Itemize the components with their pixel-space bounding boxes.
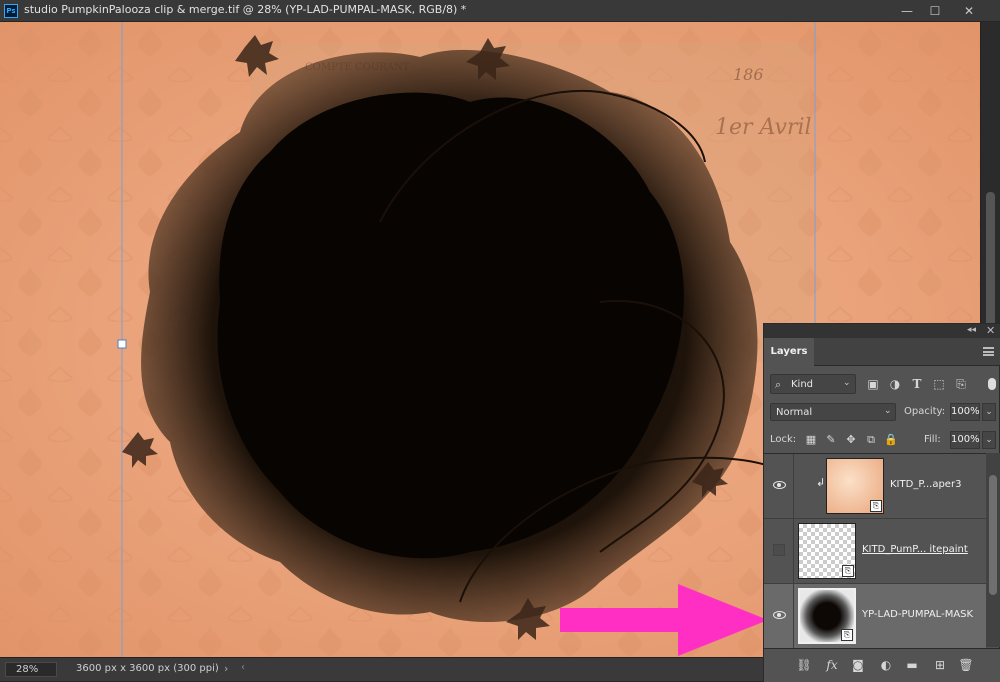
visibility-toggle[interactable]	[764, 519, 794, 583]
link-icon[interactable]: ⛓	[796, 657, 812, 673]
adjustment-icon[interactable]: ◐	[878, 657, 894, 673]
svg-text:1er Avril: 1er Avril	[715, 115, 812, 140]
scroll-left-icon[interactable]: ‹	[241, 662, 245, 673]
image-filter-icon[interactable]: ▣	[866, 376, 880, 392]
smart-object-badge-icon: ⎘	[842, 565, 854, 577]
layer-thumbnail[interactable]: ⎘	[798, 588, 856, 644]
adjustment-filter-icon[interactable]: ◑	[888, 376, 902, 392]
trash-icon[interactable]: 🗑	[958, 657, 974, 673]
opacity-label: Opacity:	[904, 406, 946, 417]
mask-icon[interactable]: ◙	[850, 657, 866, 673]
eye-icon[interactable]	[773, 481, 786, 489]
fx-icon[interactable]: fx	[824, 657, 840, 673]
layer-filter-row: ⌕ Kind ⌄ ▣ ◑ T ⬚ ⎘	[770, 374, 998, 394]
group-folder-icon[interactable]: ▬	[904, 657, 920, 673]
tab-layers[interactable]: Layers	[764, 338, 814, 366]
blend-mode-label: Normal	[776, 407, 813, 418]
shape-filter-icon[interactable]: ⬚	[932, 376, 946, 392]
blend-mode-select[interactable]: Normal ⌄	[770, 403, 896, 421]
visibility-toggle[interactable]	[764, 454, 794, 518]
layer-thumbnail[interactable]: ⎘	[798, 523, 856, 579]
visibility-toggle[interactable]	[764, 584, 794, 648]
document-size-info: 3600 px x 3600 px (300 ppi)	[76, 663, 219, 674]
lock-position-icon[interactable]: ✥	[844, 432, 858, 448]
status-menu-arrow-icon[interactable]: ›	[224, 662, 228, 675]
type-filter-icon[interactable]: T	[910, 376, 924, 392]
document-title: studio PumpkinPalooza clip & merge.tif @…	[24, 3, 467, 16]
layers-panel-footer: ⛓ fx ◙ ◐ ▬ ⊞ 🗑	[764, 648, 1000, 682]
kind-filter-select[interactable]: ⌕ Kind ⌄	[770, 374, 856, 394]
title-bar: Ps studio PumpkinPalooza clip & merge.ti…	[0, 0, 1000, 22]
blend-opacity-row: Normal ⌄ Opacity: 100% ⌄	[770, 403, 998, 421]
smart-object-filter-icon[interactable]: ⎘	[954, 376, 968, 392]
chevron-down-icon: ⌄	[884, 406, 892, 416]
chevron-down-icon: ⌄	[843, 378, 851, 388]
fill-dropdown-button[interactable]: ⌄	[982, 431, 996, 449]
photoshop-app-icon: Ps	[4, 4, 18, 18]
layers-list-scrollbar[interactable]	[986, 453, 1000, 647]
lock-all-icon[interactable]: 🔒	[884, 432, 898, 448]
filter-toggle-switch[interactable]	[988, 378, 996, 390]
panel-menu-icon[interactable]	[983, 347, 994, 356]
svg-text:186: 186	[733, 65, 764, 84]
kind-filter-label: Kind	[791, 379, 814, 390]
lock-transparent-pixels-icon[interactable]: ▦	[804, 432, 818, 448]
opacity-input[interactable]: 100%	[950, 403, 980, 421]
search-icon: ⌕	[775, 378, 782, 391]
smart-object-badge-icon: ⎘	[870, 500, 882, 512]
layer-row[interactable]: ↲ ⎘ KITD_P...aper3	[764, 454, 986, 519]
visibility-off-box[interactable]	[773, 544, 785, 556]
layer-name[interactable]: KITD_PumP... itepaint	[862, 544, 968, 555]
layer-row[interactable]: ⎘ KITD_PumP... itepaint	[764, 519, 986, 584]
new-layer-icon[interactable]: ⊞	[932, 657, 948, 673]
clipping-mask-icon: ↲	[816, 476, 826, 489]
maximize-button[interactable]: ☐	[918, 0, 952, 22]
layers-list-scroll-thumb[interactable]	[989, 475, 997, 595]
layer-thumbnail[interactable]: ⎘	[826, 458, 884, 514]
layers-panel: ◂◂ ✕ Layers ⌕ Kind ⌄ ▣ ◑ T ⬚ ⎘ Normal ⌄ …	[763, 323, 1000, 682]
zoom-level-field[interactable]: 28%	[5, 662, 57, 677]
smart-object-badge-icon: ⎘	[841, 629, 853, 641]
lock-artboard-icon[interactable]: ⧉	[864, 432, 878, 448]
layer-name[interactable]: YP-LAD-PUMPAL-MASK	[862, 609, 973, 620]
lock-fill-row: Lock: ▦ ✎ ✥ ⧉ 🔒 Fill: 100% ⌄	[770, 431, 998, 449]
lock-image-pixels-icon[interactable]: ✎	[824, 432, 838, 448]
fill-label: Fill:	[924, 434, 941, 445]
layers-list: ↲ ⎘ KITD_P...aper3 ⎘ KITD_PumP... itepai…	[764, 453, 986, 649]
panel-close-icon[interactable]: ✕	[986, 324, 995, 337]
opacity-dropdown-button[interactable]: ⌄	[982, 403, 996, 421]
panel-top-strip: ◂◂ ✕	[764, 324, 1000, 338]
lock-label: Lock:	[770, 434, 797, 445]
layer-row-selected[interactable]: ⎘ YP-LAD-PUMPAL-MASK	[764, 584, 986, 649]
pink-arrow-annotation	[560, 584, 768, 656]
panel-tab-row: Layers	[764, 338, 1000, 366]
close-button[interactable]: ✕	[952, 0, 986, 22]
eye-icon[interactable]	[773, 611, 786, 619]
layer-name[interactable]: KITD_P...aper3	[890, 479, 961, 490]
collapse-panel-icon[interactable]: ◂◂	[967, 325, 976, 335]
fill-input[interactable]: 100%	[950, 431, 980, 449]
